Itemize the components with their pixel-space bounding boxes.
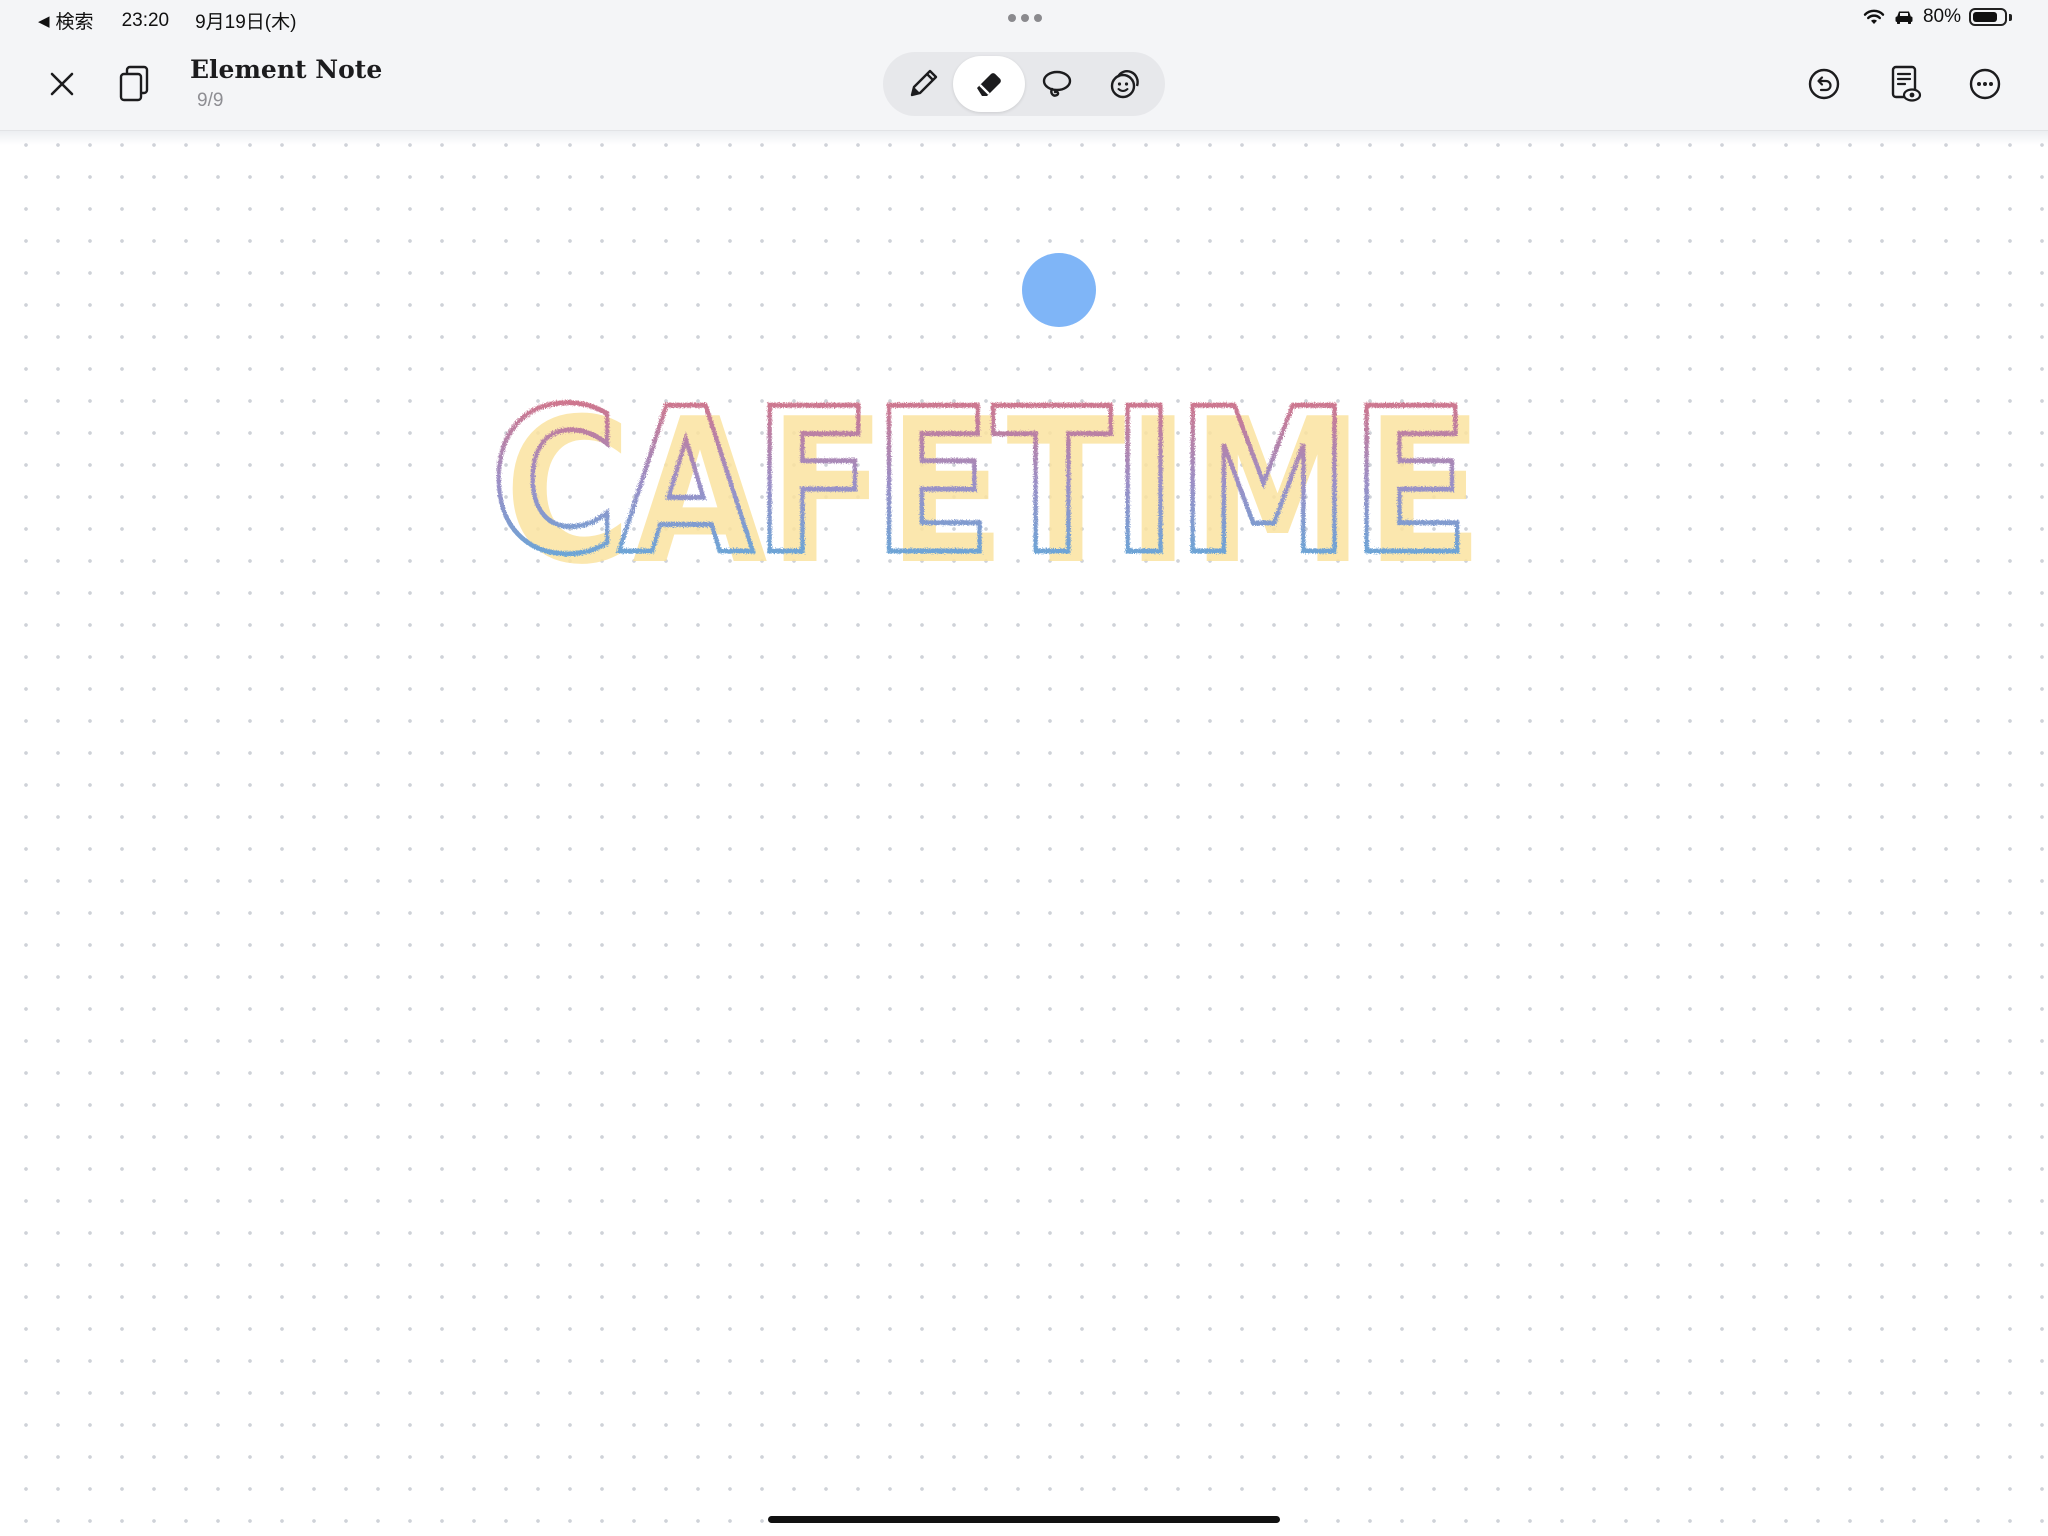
- multitasking-handle[interactable]: [1008, 14, 1042, 22]
- tool-lasso[interactable]: [1021, 56, 1093, 112]
- tool-eraser[interactable]: [953, 56, 1025, 112]
- status-right: 80%: [1863, 6, 2012, 28]
- drawing-outline-layer: CAFETIME: [490, 371, 1470, 591]
- battery-percent: 80%: [1922, 6, 1961, 27]
- back-arrow-icon[interactable]: ◀: [38, 12, 50, 30]
- more-button[interactable]: [1957, 56, 2013, 112]
- status-left: ◀ 検索 23:20 9月19日(木): [38, 7, 296, 34]
- drawing-canvas[interactable]: CAFETIME CAFETIME: [0, 131, 2048, 1536]
- pages-icon: [119, 65, 149, 102]
- pages-button[interactable]: [106, 56, 162, 112]
- battery-tip: [2009, 13, 2012, 21]
- tool-sticker[interactable]: [1089, 56, 1161, 112]
- close-button[interactable]: [34, 56, 90, 112]
- pencil-icon: [910, 69, 938, 97]
- more-icon: [1969, 68, 2001, 100]
- page-indicator: 9/9: [197, 90, 224, 111]
- tool-selector: [883, 52, 1165, 116]
- car-mode-icon: [1895, 11, 1913, 24]
- page-view-icon: [1891, 65, 1922, 102]
- lasso-icon: [1042, 70, 1072, 97]
- eraser-cursor: [1022, 253, 1096, 327]
- sticker-icon: [1110, 70, 1139, 99]
- status-bar: ◀ 検索 23:20 9月19日(木) 80%: [0, 0, 2048, 38]
- eraser-icon: [977, 73, 1001, 96]
- home-indicator[interactable]: [768, 1516, 1280, 1523]
- handwritten-drawing: CAFETIME CAFETIME: [488, 371, 1485, 591]
- page-view-button[interactable]: [1877, 56, 1933, 112]
- undo-button[interactable]: [1796, 56, 1852, 112]
- battery-icon: [1969, 8, 2007, 26]
- wifi-icon: [1863, 9, 1885, 24]
- toolbar: Element Note 9/9: [0, 38, 2048, 131]
- note-title[interactable]: Element Note: [190, 55, 382, 84]
- status-date: 9月19日(木): [195, 12, 297, 33]
- tool-pen[interactable]: [887, 56, 959, 112]
- close-icon: [50, 72, 74, 96]
- back-to-search-link[interactable]: 検索: [56, 7, 94, 34]
- status-time: 23:20: [121, 9, 170, 31]
- undo-icon: [1808, 68, 1840, 100]
- screen: ◀ 検索 23:20 9月19日(木) 80% Element Note 9/9…: [0, 0, 2048, 1536]
